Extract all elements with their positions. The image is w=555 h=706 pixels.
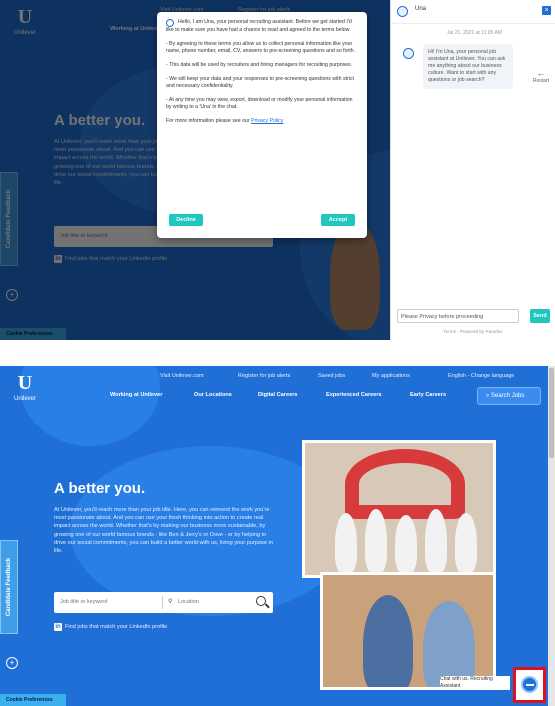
- chat-timestamp: Jul 21, 2022 at 11:05 AM: [447, 30, 502, 36]
- keyword-input[interactable]: Job title or keyword: [60, 599, 107, 605]
- photo-person: [455, 513, 477, 573]
- chat-bubble-icon: [521, 676, 538, 693]
- accept-button[interactable]: Accept: [321, 214, 355, 226]
- search-icon[interactable]: [256, 596, 266, 606]
- page-scrollbar[interactable]: [548, 366, 555, 706]
- photo-person: [425, 509, 447, 573]
- una-avatar-icon: [166, 19, 174, 27]
- colleagues-photo: [320, 572, 496, 690]
- cookie-preferences-button[interactable]: Cookie Preferences: [0, 694, 66, 706]
- location-pin-icon: ⚲: [168, 599, 173, 605]
- util-applications[interactable]: My applications: [372, 373, 410, 379]
- chat-message: Hi! I'm Una, your personal job assistant…: [423, 44, 513, 89]
- modal-intro: Hello, I am Una, your personal recruitin…: [166, 19, 352, 33]
- logo-text: Unilever: [13, 396, 36, 402]
- logo-mark: U: [17, 372, 33, 394]
- team-photo-heart: [302, 440, 496, 578]
- heart-sculpture: [345, 449, 465, 519]
- chat-title: Una: [391, 0, 555, 24]
- chat-footer: Terms · Powered by Paradox: [443, 329, 503, 334]
- modal-privacy: For more information please see our Priv…: [166, 118, 284, 124]
- chat-launcher-button[interactable]: [513, 667, 546, 703]
- photo-person: [363, 595, 413, 687]
- accessibility-icon[interactable]: +: [6, 657, 18, 669]
- send-button[interactable]: Send: [530, 309, 550, 323]
- util-visit[interactable]: Visit Unilever.com: [160, 373, 204, 379]
- decline-button[interactable]: Decline: [169, 214, 203, 226]
- candidate-feedback-tab[interactable]: Candidate Feedback: [0, 540, 18, 634]
- search-jobs-button[interactable]: ⌕ Search Jobs: [477, 387, 541, 405]
- modal-term-1: - By agreeing to these terms you allow u…: [166, 41, 355, 54]
- util-saved-jobs[interactable]: Saved jobs: [318, 373, 345, 379]
- nav-digital[interactable]: Digital Careers: [258, 392, 297, 398]
- job-search-bar: Job title or keyword ⚲ Location: [54, 592, 273, 613]
- restart-icon: ←: [536, 68, 546, 78]
- scrollbar-thumb[interactable]: [549, 368, 554, 458]
- privacy-policy-link[interactable]: Privacy Policy: [251, 118, 283, 124]
- restart-button[interactable]: ← Restart: [533, 68, 549, 84]
- util-language[interactable]: English - Change language: [448, 373, 514, 379]
- screenshot-divider: [0, 340, 555, 366]
- linkedin-icon: in: [54, 623, 62, 631]
- consent-modal: Hello, I am Una, your personal recruitin…: [157, 12, 367, 238]
- una-avatar-icon: [403, 48, 414, 59]
- linkedin-profile-link[interactable]: inFind jobs that match your LinkedIn pro…: [54, 623, 167, 631]
- search-separator: [162, 596, 163, 609]
- util-register[interactable]: Register for job alerts: [238, 373, 290, 379]
- photo-person: [365, 509, 387, 573]
- feedback-label: Candidate Feedback: [6, 557, 13, 617]
- chat-panel: Una × Jul 21, 2022 at 11:05 AM Hi! I'm U…: [390, 0, 555, 340]
- chat-input[interactable]: Please Privacy before proceeding: [397, 309, 519, 323]
- hero-title: A better you.: [54, 480, 146, 497]
- photo-person: [395, 515, 417, 573]
- screenshot-top: UUnilever Visit Unilever.com Register fo…: [0, 0, 555, 340]
- location-input[interactable]: Location: [178, 599, 199, 605]
- photo-person: [335, 513, 357, 573]
- profile-line-label: Find jobs that match your LinkedIn profi…: [65, 624, 168, 630]
- nav-locations[interactable]: Our Locations: [194, 392, 232, 398]
- nav-experienced[interactable]: Experienced Careers: [326, 392, 382, 398]
- background-shape: [20, 366, 160, 446]
- modal-term-2: - This data will be used by recruiters a…: [166, 62, 353, 68]
- nav-early[interactable]: Early Careers: [410, 392, 446, 398]
- una-avatar-icon: [397, 6, 408, 17]
- chat-launcher-tooltip: Chat with us. Recruiting Assistant: [440, 676, 510, 690]
- close-icon[interactable]: ×: [542, 6, 551, 15]
- unilever-logo[interactable]: U Unilever: [10, 370, 40, 402]
- nav-working[interactable]: Working at Unilever: [110, 392, 162, 398]
- modal-term-3: - We will keep your data and your respon…: [166, 76, 354, 89]
- modal-term-4: - At any time you may view, export, down…: [166, 97, 353, 110]
- hero-copy: At Unilever, you'll reach more than your…: [54, 507, 273, 555]
